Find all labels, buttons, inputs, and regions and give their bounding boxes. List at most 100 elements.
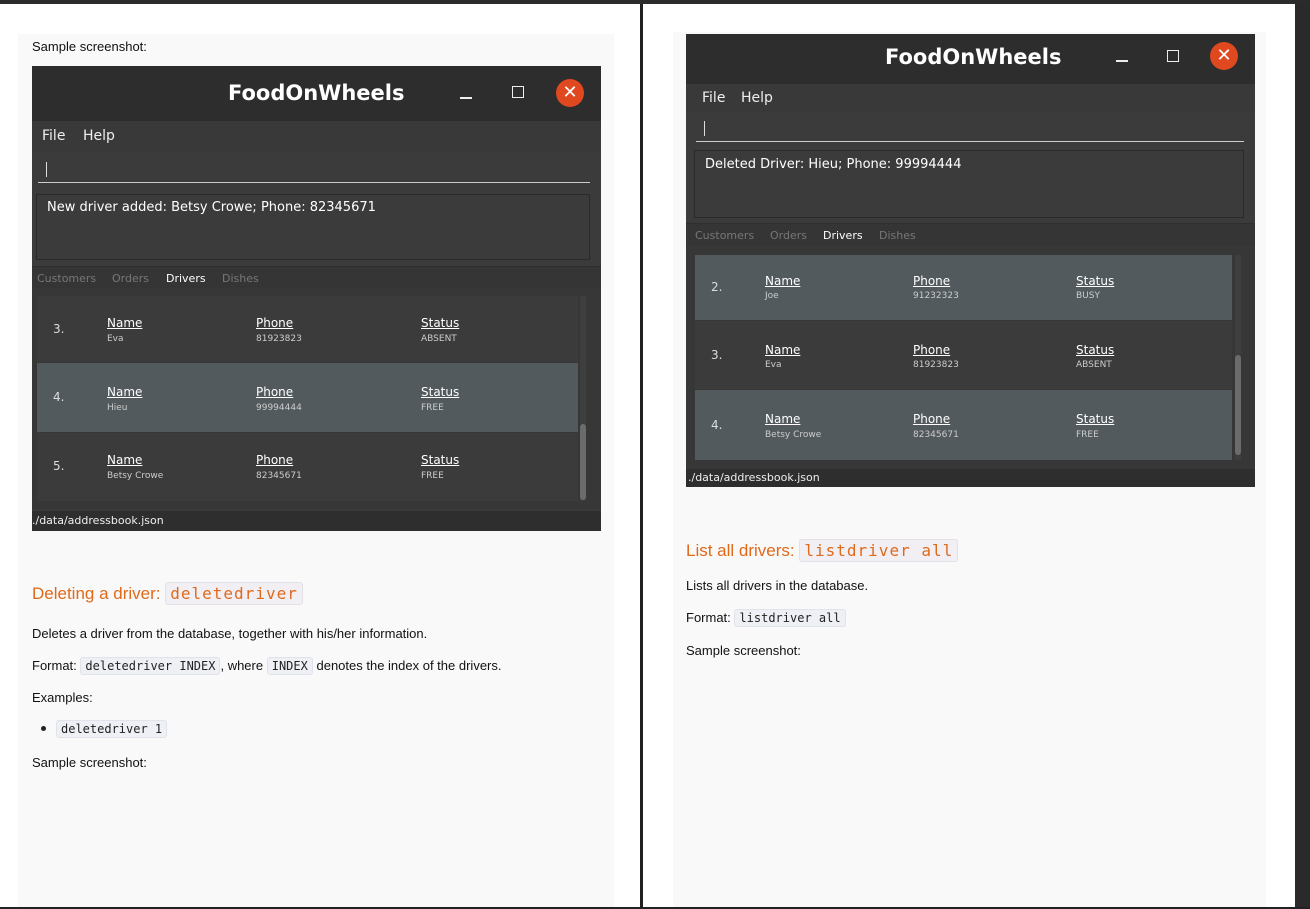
menu-help[interactable]: Help: [83, 128, 115, 144]
list-item[interactable]: 3. Name Eva Phone 81923823 Status ABSENT: [695, 321, 1232, 389]
command-input[interactable]: [38, 154, 590, 183]
list-item[interactable]: 4. Name Betsy Crowe Phone 82345671 Statu…: [695, 390, 1232, 460]
status-value: FREE: [421, 471, 444, 481]
name-value: Eva: [107, 334, 124, 344]
status-label: Status: [1076, 343, 1115, 357]
tab-orders[interactable]: Orders: [112, 272, 149, 285]
name-value: Joe: [765, 291, 779, 301]
command-input[interactable]: [696, 115, 1244, 142]
format-mid: , where: [220, 658, 264, 673]
result-display: Deleted Driver: Hieu; Phone: 99994444: [694, 150, 1244, 218]
caption-sample-screenshot-bottom: Sample screenshot:: [32, 755, 147, 770]
driver-list: 2. Name Joe Phone 91232323 Status BUSY 3…: [686, 246, 1255, 469]
format-line: Format: deletedriver INDEX, where INDEX …: [32, 657, 502, 675]
phone-label: Phone: [256, 453, 294, 467]
phone-value: 81923823: [913, 360, 959, 370]
status-label: Status: [1076, 274, 1115, 288]
caption-sample-screenshot-bottom: Sample screenshot:: [686, 643, 801, 658]
text-caret: [704, 121, 705, 136]
status-value: FREE: [1076, 430, 1099, 440]
tabs-bar: Customers Orders Drivers Dishes: [686, 223, 1255, 247]
row-index: 4.: [711, 418, 723, 432]
name-label: Name: [765, 412, 801, 426]
result-display: New driver added: Betsy Crowe; Phone: 82…: [36, 194, 590, 260]
viewer-right-edge: [1295, 4, 1310, 909]
example-code: deletedriver 1: [56, 720, 168, 738]
heading-command: listdriver all: [799, 539, 959, 562]
phone-value: 91232323: [913, 291, 959, 301]
menu-help[interactable]: Help: [741, 90, 773, 106]
menubar: File Help: [686, 84, 1255, 112]
app-titlebar: FoodOnWheels ✕: [32, 66, 601, 121]
phone-value: 81923823: [256, 334, 302, 344]
app-titlebar: FoodOnWheels ✕: [686, 34, 1255, 84]
heading-text: List all drivers:: [686, 541, 795, 560]
tab-customers[interactable]: Customers: [37, 272, 96, 285]
name-value: Hieu: [107, 403, 128, 413]
list-item[interactable]: 5. Name Betsy Crowe Phone 82345671 Statu…: [37, 433, 578, 501]
section-description: Lists all drivers in the database.: [686, 578, 869, 593]
scrollbar-thumb[interactable]: [1235, 355, 1241, 455]
list-item[interactable]: 2. Name Joe Phone 91232323 Status BUSY: [695, 255, 1232, 320]
phone-label: Phone: [913, 343, 951, 357]
maximize-icon[interactable]: [1167, 50, 1179, 62]
tab-customers[interactable]: Customers: [695, 229, 754, 242]
status-label: Status: [421, 385, 460, 399]
caption-sample-screenshot: Sample screenshot:: [32, 39, 147, 54]
status-path: ./data/addressbook.json: [32, 514, 164, 527]
phone-label: Phone: [256, 385, 294, 399]
menubar: File Help: [32, 121, 601, 151]
list-item[interactable]: 4. Name Hieu Phone 99994444 Status FREE: [37, 363, 578, 432]
minimize-icon[interactable]: [460, 97, 472, 99]
scrollbar[interactable]: [1235, 255, 1241, 460]
menu-file[interactable]: File: [702, 90, 725, 106]
format-code: deletedriver INDEX: [80, 657, 221, 675]
app-title: FoodOnWheels: [228, 81, 405, 105]
format-label: Format:: [686, 610, 731, 625]
page-left: Sample screenshot: FoodOnWheels ✕ File H…: [0, 4, 640, 907]
name-label: Name: [107, 453, 143, 467]
row-index: 3.: [711, 348, 723, 362]
app-title: FoodOnWheels: [885, 45, 1062, 69]
phone-label: Phone: [913, 274, 951, 288]
name-label: Name: [107, 385, 143, 399]
maximize-icon[interactable]: [512, 86, 524, 98]
minimize-icon[interactable]: [1116, 60, 1128, 62]
scrollbar[interactable]: [580, 296, 586, 501]
tab-drivers[interactable]: Drivers: [823, 229, 863, 242]
list-item[interactable]: 3. Name Eva Phone 81923823 Status ABSENT: [37, 296, 578, 362]
app-window-left: FoodOnWheels ✕ File Help New driver adde…: [32, 66, 601, 531]
status-bar: ./data/addressbook.json: [32, 511, 601, 531]
name-value: Eva: [765, 360, 782, 370]
tabs-bar: Customers Orders Drivers Dishes: [32, 266, 601, 290]
tab-orders[interactable]: Orders: [770, 229, 807, 242]
menu-file[interactable]: File: [42, 128, 65, 144]
example-item: deletedriver 1: [56, 720, 168, 738]
name-value: Betsy Crowe: [765, 430, 822, 440]
tab-dishes[interactable]: Dishes: [222, 272, 259, 285]
phone-label: Phone: [913, 412, 951, 426]
phone-label: Phone: [256, 316, 294, 330]
format-label: Format:: [32, 658, 77, 673]
format-code-index: INDEX: [266, 657, 313, 675]
name-label: Name: [107, 316, 143, 330]
row-index: 5.: [53, 459, 65, 473]
format-code: listdriver all: [734, 609, 846, 627]
tab-dishes[interactable]: Dishes: [879, 229, 916, 242]
row-index: 3.: [53, 322, 65, 336]
status-label: Status: [1076, 412, 1115, 426]
format-end: denotes the index of the drivers.: [316, 658, 502, 673]
name-value: Betsy Crowe: [107, 471, 164, 481]
phone-value: 99994444: [256, 403, 302, 413]
format-line: Format: listdriver all: [686, 609, 846, 627]
tab-drivers[interactable]: Drivers: [166, 272, 206, 285]
status-value: ABSENT: [1076, 360, 1112, 370]
close-icon[interactable]: ✕: [556, 79, 584, 107]
scrollbar-thumb[interactable]: [580, 424, 586, 500]
status-label: Status: [421, 316, 460, 330]
status-value: FREE: [421, 403, 444, 413]
close-icon[interactable]: ✕: [1210, 42, 1238, 70]
phone-value: 82345671: [913, 430, 959, 440]
name-label: Name: [765, 343, 801, 357]
status-bar: ./data/addressbook.json: [686, 469, 1255, 487]
